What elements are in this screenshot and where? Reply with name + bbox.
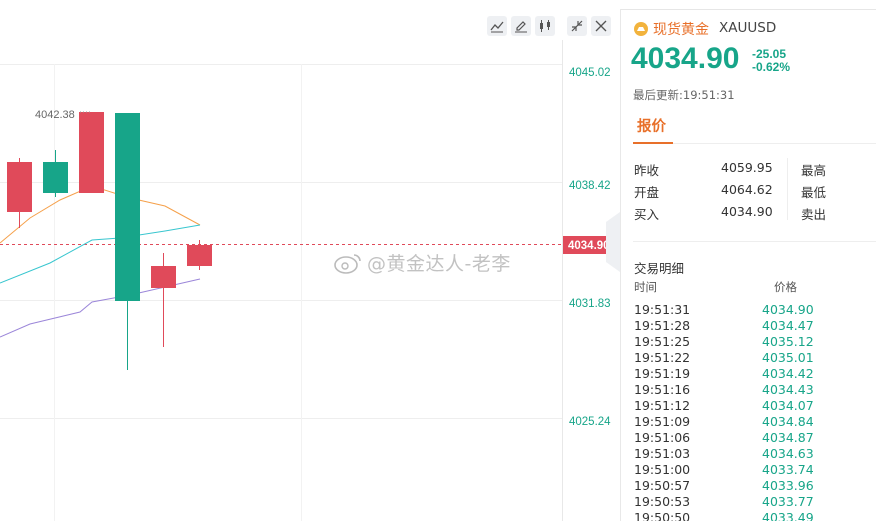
instrument-symbol: XAUUSD (719, 20, 777, 36)
trade-time: 19:51:03 (634, 446, 691, 461)
candlestick-chart[interactable]: 4042.38 4045.02 4038.42 4031.83 4025.24 … (0, 0, 620, 521)
trade-price: 4033.77 (762, 494, 814, 509)
candle-up[interactable] (79, 112, 104, 193)
trade-row: 19:51:00 4033.74 (634, 462, 874, 478)
trade-row: 19:51:16 4034.43 (634, 382, 874, 398)
candle-down[interactable] (115, 113, 140, 301)
trade-row: 19:51:12 4034.07 (634, 398, 874, 414)
watermark: @黄金达人-老李 (333, 249, 511, 276)
trade-price: 4033.74 (762, 462, 814, 477)
price-axis-label: 4045.02 (569, 67, 611, 79)
trades-title: 交易明细 (634, 261, 685, 276)
stats-divider (787, 158, 788, 220)
trade-row: 19:51:28 4034.47 (634, 318, 874, 334)
trade-time: 19:51:19 (634, 366, 691, 381)
high-label: 最高 (801, 163, 827, 178)
trade-time: 19:51:28 (634, 318, 691, 333)
price-axis-label: 4025.24 (569, 416, 611, 428)
line-chart-icon[interactable] (487, 16, 507, 36)
candle-up[interactable] (187, 245, 212, 266)
trade-row: 19:51:09 4034.84 (634, 414, 874, 430)
trade-price: 4034.07 (762, 398, 814, 413)
trade-row: 19:51:22 4035.01 (634, 350, 874, 366)
trade-row: 19:51:25 4035.12 (634, 334, 874, 350)
candle-down[interactable] (43, 162, 68, 193)
trade-time: 19:51:22 (634, 350, 691, 365)
watermark-text: @黄金达人-老李 (367, 253, 511, 275)
bid-label: 买入 (634, 207, 660, 222)
price-change-pct: -0.62% (752, 60, 791, 74)
trade-price: 4034.63 (762, 446, 814, 461)
price-axis-label: 4038.42 (569, 180, 611, 192)
trade-time: 19:51:12 (634, 398, 691, 413)
trade-price: 4033.96 (762, 478, 814, 493)
instrument-name: 现货黄金 (653, 22, 709, 38)
candle-up[interactable] (151, 266, 176, 288)
trade-price: 4034.90 (762, 302, 814, 317)
close-icon[interactable] (591, 16, 611, 36)
trade-time: 19:51:16 (634, 382, 691, 397)
trade-row: 19:51:19 4034.42 (634, 366, 874, 382)
high-annotation: 4042.38 (35, 109, 75, 121)
trade-time: 19:50:50 (634, 510, 691, 521)
trade-row: 19:50:53 4033.77 (634, 494, 874, 510)
candle-up[interactable] (7, 162, 32, 212)
trade-row: 19:50:57 4033.96 (634, 478, 874, 494)
ask-label: 卖出 (801, 207, 827, 222)
last-updated: 最后更新:19:51:31 (633, 88, 735, 102)
trades-col-price: 价格 (774, 280, 797, 294)
trade-time: 19:50:57 (634, 478, 691, 493)
panel-toggle-handle[interactable] (606, 212, 620, 272)
collapse-icon[interactable] (567, 16, 587, 36)
quote-panel: 现货黄金 XAUUSD 4034.90 -25.05 -0.62% 最后更新:1… (621, 10, 876, 521)
pencil-icon[interactable] (511, 16, 531, 36)
trade-price: 4034.42 (762, 366, 814, 381)
trade-time: 19:51:09 (634, 414, 691, 429)
price-chart[interactable]: 4042.38 4045.02 4038.42 4031.83 4025.24 … (0, 0, 620, 521)
candlestick-icon[interactable] (535, 16, 555, 36)
trade-row: 19:51:31 4034.90 (634, 302, 874, 318)
trade-time: 19:51:06 (634, 430, 691, 445)
section-divider (633, 241, 876, 242)
open-label: 开盘 (634, 185, 660, 200)
low-label: 最低 (801, 185, 827, 200)
tab-quote[interactable]: 报价 (637, 115, 666, 136)
trade-time: 19:51:31 (634, 302, 691, 317)
prev-close-value: 4059.95 (721, 160, 773, 175)
trade-price: 4034.43 (762, 382, 814, 397)
tab-active-indicator (633, 142, 673, 144)
prev-close-label: 昨收 (634, 163, 660, 178)
trade-time: 19:51:25 (634, 334, 691, 349)
trade-price: 4035.01 (762, 350, 814, 365)
bid-value: 4034.90 (721, 204, 773, 219)
current-price-tag: 4034.90 (568, 240, 610, 252)
trade-time: 19:50:53 (634, 494, 691, 509)
trade-row: 19:50:50 4033.49 (634, 510, 874, 521)
trade-row: 19:51:03 4034.63 (634, 446, 874, 462)
price-change: -25.05 (752, 47, 787, 61)
trade-time: 19:51:00 (634, 462, 691, 477)
trade-price: 4034.47 (762, 318, 814, 333)
trade-price: 4033.49 (762, 510, 814, 521)
trade-price: 4035.12 (762, 334, 814, 349)
weibo-icon (334, 253, 361, 274)
price-axis-label: 4031.83 (569, 298, 611, 310)
trades-col-time: 时间 (634, 280, 657, 294)
trade-row: 19:51:06 4034.87 (634, 430, 874, 446)
open-value: 4064.62 (721, 182, 773, 197)
trade-price: 4034.87 (762, 430, 814, 445)
gold-coin-icon (634, 22, 648, 36)
last-price: 4034.90 (631, 42, 740, 75)
trade-price: 4034.84 (762, 414, 814, 429)
